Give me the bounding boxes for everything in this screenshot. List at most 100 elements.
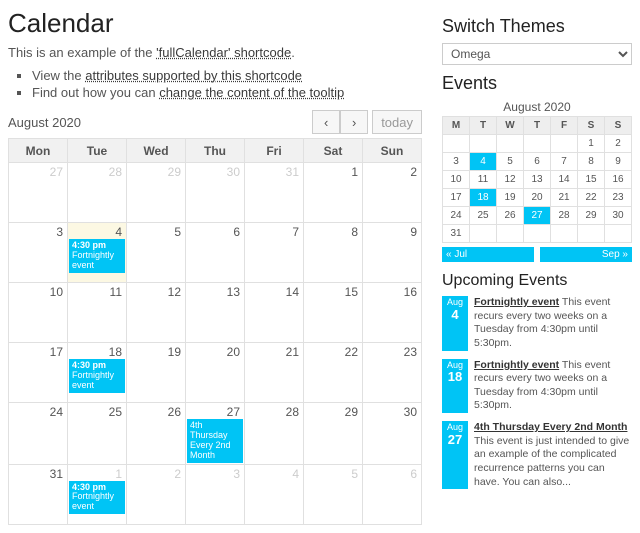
- mini-cell[interactable]: [578, 225, 605, 243]
- mini-cell[interactable]: 9: [605, 153, 632, 171]
- mini-cell[interactable]: [524, 135, 551, 153]
- upcoming-link[interactable]: Fortnightly event: [474, 359, 559, 371]
- calendar-cell[interactable]: 15: [304, 283, 363, 343]
- mini-cell[interactable]: 10: [443, 171, 470, 189]
- mini-cell[interactable]: [605, 225, 632, 243]
- mini-cell[interactable]: 25: [470, 207, 497, 225]
- mini-cell[interactable]: 24: [443, 207, 470, 225]
- mini-next[interactable]: Sep »: [540, 247, 632, 262]
- calendar-cell[interactable]: 14: [245, 283, 304, 343]
- calendar-cell[interactable]: 21: [245, 343, 304, 403]
- mini-cell[interactable]: 21: [551, 189, 578, 207]
- calendar-cell[interactable]: 2: [127, 464, 186, 524]
- mini-cell[interactable]: 23: [605, 189, 632, 207]
- mini-cell[interactable]: [470, 135, 497, 153]
- mini-cell[interactable]: [443, 135, 470, 153]
- mini-cell[interactable]: [497, 135, 524, 153]
- mini-cell[interactable]: 16: [605, 171, 632, 189]
- calendar-cell[interactable]: 28: [245, 403, 304, 465]
- mini-cell[interactable]: 4: [470, 153, 497, 171]
- upcoming-link[interactable]: 4th Thursday Every 2nd Month: [474, 421, 627, 433]
- calendar-event[interactable]: 4:30 pmFortnightly event: [69, 239, 125, 273]
- calendar-cell[interactable]: 22: [304, 343, 363, 403]
- calendar-event[interactable]: 4:30 pmFortnightly event: [69, 359, 125, 393]
- calendar-cell[interactable]: 31: [245, 163, 304, 223]
- mini-cell[interactable]: 29: [578, 207, 605, 225]
- mini-cell[interactable]: 20: [524, 189, 551, 207]
- mini-cell[interactable]: 22: [578, 189, 605, 207]
- calendar-cell[interactable]: 2: [363, 163, 422, 223]
- calendar-cell[interactable]: 19: [127, 343, 186, 403]
- calendar-cell[interactable]: 24: [9, 403, 68, 465]
- mini-cell[interactable]: 8: [578, 153, 605, 171]
- calendar-cell[interactable]: 4: [245, 464, 304, 524]
- mini-cell[interactable]: 28: [551, 207, 578, 225]
- intro-bullet-link[interactable]: attributes supported by this shortcode: [85, 68, 302, 83]
- calendar-cell[interactable]: 3: [186, 464, 245, 524]
- mini-cell[interactable]: 26: [497, 207, 524, 225]
- mini-cell[interactable]: 3: [443, 153, 470, 171]
- calendar-cell[interactable]: 12: [127, 283, 186, 343]
- calendar-cell[interactable]: 1: [304, 163, 363, 223]
- mini-cell[interactable]: 7: [551, 153, 578, 171]
- calendar-cell[interactable]: 23: [363, 343, 422, 403]
- calendar-cell[interactable]: 184:30 pmFortnightly event: [68, 343, 127, 403]
- mini-cell[interactable]: 30: [605, 207, 632, 225]
- calendar-cell[interactable]: 3: [9, 223, 68, 283]
- calendar-cell[interactable]: 44:30 pmFortnightly event: [68, 223, 127, 283]
- upcoming-link[interactable]: Fortnightly event: [474, 296, 559, 308]
- mini-cell[interactable]: 5: [497, 153, 524, 171]
- calendar-event[interactable]: 4th Thursday Every 2nd Month: [187, 419, 243, 463]
- mini-cell[interactable]: 18: [470, 189, 497, 207]
- mini-cell[interactable]: [551, 225, 578, 243]
- mini-cell[interactable]: 19: [497, 189, 524, 207]
- prev-button[interactable]: ‹: [312, 110, 340, 134]
- mini-cell[interactable]: [470, 225, 497, 243]
- mini-cell[interactable]: 11: [470, 171, 497, 189]
- calendar-cell[interactable]: 27: [9, 163, 68, 223]
- calendar-cell[interactable]: 30: [186, 163, 245, 223]
- calendar-cell[interactable]: 274th Thursday Every 2nd Month: [186, 403, 245, 465]
- calendar-cell[interactable]: 7: [245, 223, 304, 283]
- calendar-cell[interactable]: 14:30 pmFortnightly event: [68, 464, 127, 524]
- calendar-event[interactable]: 4:30 pmFortnightly event: [69, 481, 125, 515]
- theme-select[interactable]: Omega: [442, 43, 632, 65]
- calendar-cell[interactable]: 13: [186, 283, 245, 343]
- mini-cell[interactable]: [551, 135, 578, 153]
- mini-cell[interactable]: 27: [524, 207, 551, 225]
- next-button[interactable]: ›: [340, 110, 368, 134]
- calendar-cell[interactable]: 29: [127, 163, 186, 223]
- mini-cell[interactable]: [497, 225, 524, 243]
- mini-prev[interactable]: « Jul: [442, 247, 534, 262]
- intro-bullet-link[interactable]: change the content of the tooltip: [159, 85, 344, 100]
- calendar-cell[interactable]: 8: [304, 223, 363, 283]
- calendar-cell[interactable]: 31: [9, 464, 68, 524]
- mini-cell[interactable]: [524, 225, 551, 243]
- calendar-cell[interactable]: 25: [68, 403, 127, 465]
- calendar-cell[interactable]: 5: [127, 223, 186, 283]
- calendar-cell[interactable]: 29: [304, 403, 363, 465]
- calendar-cell[interactable]: 6: [363, 464, 422, 524]
- calendar-cell[interactable]: 10: [9, 283, 68, 343]
- calendar-cell[interactable]: 30: [363, 403, 422, 465]
- calendar-cell[interactable]: 28: [68, 163, 127, 223]
- mini-cell[interactable]: 31: [443, 225, 470, 243]
- mini-cell[interactable]: 15: [578, 171, 605, 189]
- mini-cell[interactable]: 13: [524, 171, 551, 189]
- calendar-cell[interactable]: 6: [186, 223, 245, 283]
- mini-cell[interactable]: 2: [605, 135, 632, 153]
- calendar-cell[interactable]: 26: [127, 403, 186, 465]
- calendar-cell[interactable]: 16: [363, 283, 422, 343]
- calendar-cell[interactable]: 5: [304, 464, 363, 524]
- mini-cell[interactable]: 17: [443, 189, 470, 207]
- today-button[interactable]: today: [372, 110, 422, 134]
- calendar-cell[interactable]: 20: [186, 343, 245, 403]
- mini-cell[interactable]: 12: [497, 171, 524, 189]
- calendar-cell[interactable]: 9: [363, 223, 422, 283]
- mini-cell[interactable]: 14: [551, 171, 578, 189]
- mini-cell[interactable]: 6: [524, 153, 551, 171]
- calendar-cell[interactable]: 11: [68, 283, 127, 343]
- intro-link[interactable]: 'fullCalendar' shortcode: [156, 45, 291, 60]
- calendar-cell[interactable]: 17: [9, 343, 68, 403]
- mini-cell[interactable]: 1: [578, 135, 605, 153]
